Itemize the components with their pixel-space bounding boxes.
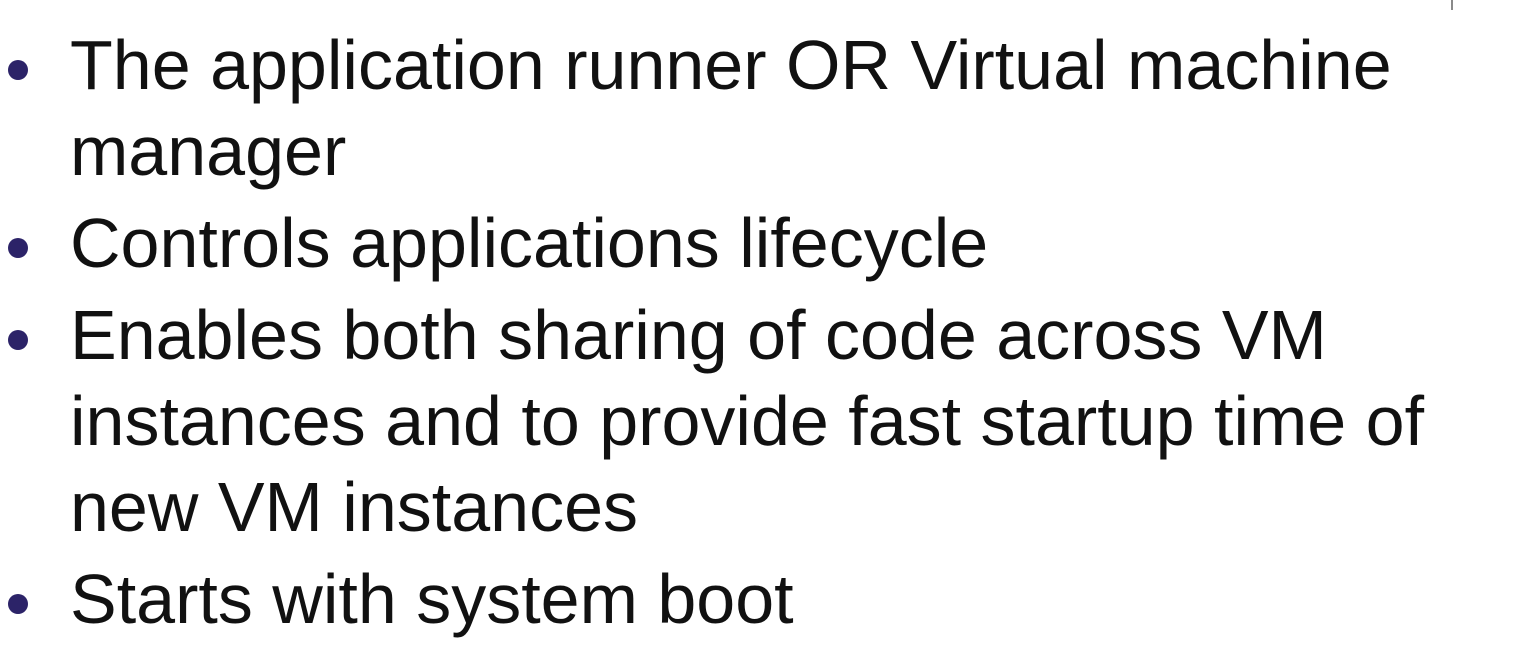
bullet-dot-icon	[8, 238, 28, 258]
bullet-dot-icon	[8, 594, 28, 614]
bullet-list: The application runner OR Virtual machin…	[0, 22, 1518, 648]
bullet-text: Enables both sharing of code across VM i…	[70, 296, 1425, 546]
bullet-text: Starts with system boot	[70, 560, 794, 638]
corner-mark	[1451, 0, 1453, 10]
bullet-item: The application runner OR Virtual machin…	[0, 22, 1518, 194]
slide: The application runner OR Virtual machin…	[0, 0, 1518, 658]
bullet-dot-icon	[8, 330, 28, 350]
bullet-text: The application runner OR Virtual machin…	[70, 26, 1392, 190]
bullet-item: Controls applications lifecycle	[0, 200, 1518, 286]
bullet-item: Starts with system boot	[0, 556, 1518, 642]
bullet-text: Controls applications lifecycle	[70, 204, 989, 282]
bullet-item: Enables both sharing of code across VM i…	[0, 292, 1518, 550]
bullet-dot-icon	[8, 60, 28, 80]
